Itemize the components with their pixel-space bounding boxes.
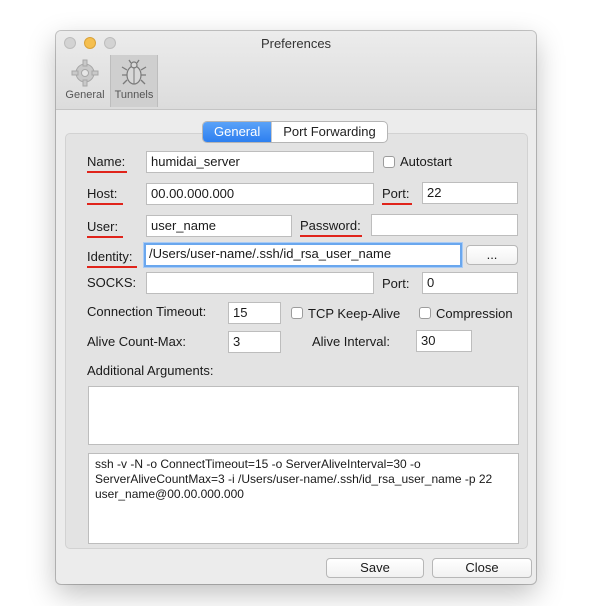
identity-field[interactable]: /Users/user-name/.ssh/id_rsa_user_name [144, 243, 462, 267]
additional-arguments-field[interactable] [88, 386, 519, 445]
command-preview-box[interactable]: ssh -v -N -o ConnectTimeout=15 -o Server… [88, 453, 519, 544]
host-label: Host: [87, 186, 118, 201]
port-field[interactable]: 22 [422, 182, 518, 204]
toolbar-tunnels-label: Tunnels [114, 89, 154, 101]
tab-general[interactable]: General [203, 122, 272, 142]
alive-count-max-field[interactable]: 3 [228, 331, 281, 353]
port-label-highlight [382, 203, 412, 205]
toolbar-tunnels-button[interactable]: Tunnels [110, 55, 158, 107]
command-preview-text: ssh -v -N -o ConnectTimeout=15 -o Server… [95, 457, 493, 501]
socks-field[interactable] [146, 272, 374, 294]
user-field[interactable]: user_name [146, 215, 292, 237]
title-bar: Preferences General Tunnels [56, 31, 536, 110]
preferences-window: Preferences General Tunnels General Port… [56, 31, 536, 584]
tcp-keepalive-label: TCP Keep-Alive [308, 306, 401, 321]
gear-icon [71, 59, 99, 87]
autostart-checkbox[interactable] [383, 156, 395, 168]
socks-port-field[interactable]: 0 [422, 272, 518, 294]
socks-port-label: Port: [382, 276, 410, 291]
compression-label: Compression [436, 306, 513, 321]
window-title: Preferences [260, 36, 332, 51]
connection-timeout-field[interactable]: 15 [228, 302, 281, 324]
additional-arguments-text [89, 387, 101, 393]
user-label-highlight [87, 236, 123, 238]
alive-interval-field[interactable]: 30 [416, 330, 472, 352]
tab-control: General Port Forwarding [203, 122, 387, 142]
toolbar-general-button[interactable]: General [61, 55, 109, 107]
close-button[interactable]: Close [432, 558, 532, 578]
save-button[interactable]: Save [326, 558, 424, 578]
additional-arguments-label: Additional Arguments: [87, 363, 214, 378]
port-label: Port: [382, 186, 410, 201]
identity-browse-button[interactable]: ... [466, 245, 518, 265]
identity-label-highlight [87, 266, 137, 268]
bug-icon [121, 59, 147, 85]
user-label: User: [87, 219, 119, 234]
alive-interval-label: Alive Interval: [312, 334, 391, 349]
password-label: Password: [300, 218, 361, 233]
identity-label: Identity: [87, 249, 133, 264]
name-label-highlight [87, 171, 127, 173]
password-label-highlight [300, 235, 362, 237]
tcp-keepalive-checkbox[interactable] [291, 307, 303, 319]
compression-checkbox[interactable] [419, 307, 431, 319]
autostart-label: Autostart [400, 154, 453, 169]
connection-timeout-label: Connection Timeout: [87, 304, 207, 319]
host-label-highlight [87, 203, 123, 205]
password-field[interactable] [371, 214, 518, 236]
tab-port-forwarding[interactable]: Port Forwarding [271, 122, 386, 142]
name-label: Name: [87, 154, 126, 169]
host-field[interactable]: 00.00.000.000 [146, 183, 374, 205]
alive-count-max-label: Alive Count-Max: [87, 334, 186, 349]
name-field[interactable]: humidai_server [146, 151, 374, 173]
socks-label: SOCKS: [87, 275, 137, 290]
toolbar-general-label: General [65, 89, 105, 101]
